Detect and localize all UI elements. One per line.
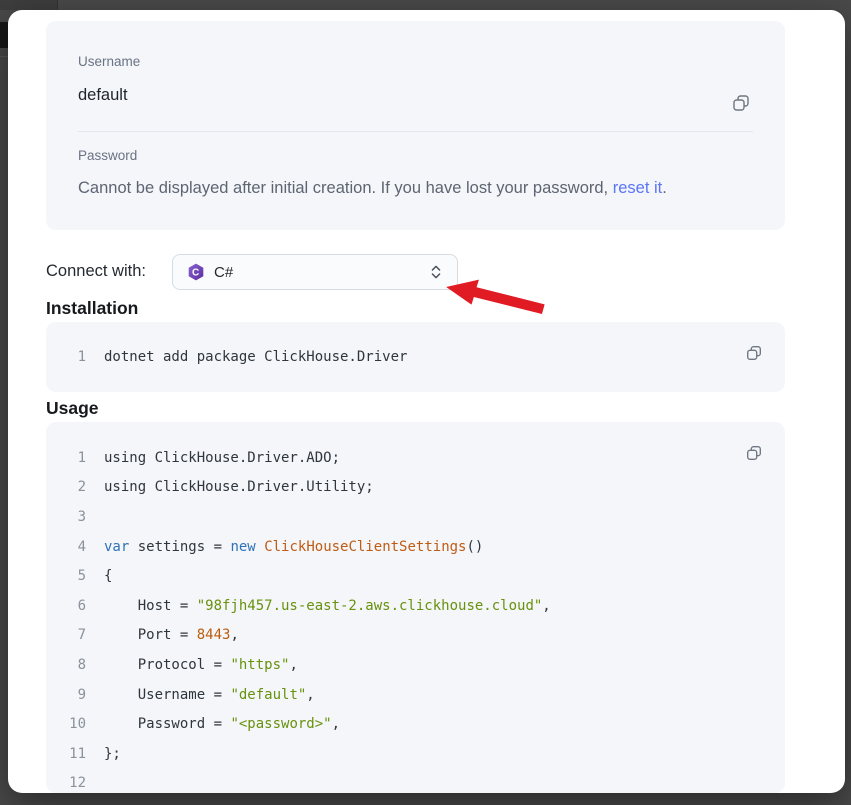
backdrop-top-divider xyxy=(57,0,58,10)
line-number: 11 xyxy=(46,746,86,762)
code-line: 12 xyxy=(46,769,785,793)
code-text: using ClickHouse.Driver.ADO; xyxy=(104,450,340,466)
line-number: 10 xyxy=(46,716,86,732)
language-select-dropdown[interactable]: C C# xyxy=(172,254,458,290)
username-value: default xyxy=(78,86,128,105)
line-number: 12 xyxy=(46,775,86,791)
usage-code-block: 1 using ClickHouse.Driver.ADO; 2 using Clic… xyxy=(46,422,785,793)
code-text: var settings = new ClickHouseClientSetti… xyxy=(104,539,483,555)
copy-icon xyxy=(745,350,763,365)
code-line: 7 Port = 8443, xyxy=(46,621,785,651)
backdrop-left-line xyxy=(0,56,8,57)
code-text: { xyxy=(104,568,112,584)
connect-with-label: Connect with: xyxy=(46,262,146,281)
line-number: 1 xyxy=(46,349,86,365)
usage-heading: Usage xyxy=(46,398,99,419)
copy-icon xyxy=(731,101,751,116)
code-line: 6 Host = "98fjh457.us-east-2.aws.clickho… xyxy=(46,591,785,621)
code-line: 9 Username = "default", xyxy=(46,680,785,710)
panel-divider xyxy=(78,131,753,132)
backdrop-top-segment xyxy=(0,0,57,10)
code-text: Port = 8443, xyxy=(104,627,239,643)
reset-password-link[interactable]: reset it xyxy=(613,179,663,197)
code-text: using ClickHouse.Driver.Utility; xyxy=(104,479,374,495)
usage-code-lines: 1 using ClickHouse.Driver.ADO; 2 using Clic… xyxy=(46,443,785,793)
installation-code-block: 1 dotnet add package ClickHouse.Driver xyxy=(46,322,785,392)
svg-text:C: C xyxy=(192,268,199,279)
password-label: Password xyxy=(78,148,137,163)
selected-language-label: C# xyxy=(214,264,429,281)
code-line: 11}; xyxy=(46,739,785,769)
username-label: Username xyxy=(78,54,140,69)
code-text: Password = "<password>", xyxy=(104,716,340,732)
line-number: 1 xyxy=(46,450,86,466)
code-text: Host = "98fjh457.us-east-2.aws.clickhous… xyxy=(104,598,551,614)
line-number: 7 xyxy=(46,627,86,643)
code-text: Username = "default", xyxy=(104,687,315,703)
copy-installation-button[interactable] xyxy=(745,344,763,362)
line-number: 5 xyxy=(46,568,86,584)
password-note-period: . xyxy=(662,179,667,197)
chevron-up-down-icon xyxy=(429,263,443,281)
copy-icon xyxy=(745,450,763,465)
code-text: dotnet add package ClickHouse.Driver xyxy=(104,349,407,365)
line-number: 4 xyxy=(46,539,86,555)
code-text: Protocol = "https", xyxy=(104,657,298,673)
line-number: 6 xyxy=(46,598,86,614)
copy-username-button[interactable] xyxy=(731,93,751,113)
code-line: 1 using ClickHouse.Driver.ADO; xyxy=(46,443,785,473)
code-line: 8 Protocol = "https", xyxy=(46,650,785,680)
line-number: 3 xyxy=(46,509,86,525)
installation-heading: Installation xyxy=(46,298,138,319)
credentials-panel: Username default Password Cannot be disp… xyxy=(46,21,785,230)
code-line: 10 Password = "<password>", xyxy=(46,709,785,739)
line-number: 8 xyxy=(46,657,86,673)
code-line: 3 xyxy=(46,502,785,532)
code-line: 1 dotnet add package ClickHouse.Driver xyxy=(46,342,785,372)
code-line: 5{ xyxy=(46,561,785,591)
installation-code-lines: 1 dotnet add package ClickHouse.Driver xyxy=(46,342,785,372)
csharp-logo-icon: C xyxy=(187,263,205,281)
code-line: 2 using ClickHouse.Driver.Utility; xyxy=(46,473,785,503)
backdrop-left-block xyxy=(0,22,8,48)
password-note-text: Cannot be displayed after initial creati… xyxy=(78,179,613,197)
password-note: Cannot be displayed after initial creati… xyxy=(78,179,667,198)
line-number: 2 xyxy=(46,479,86,495)
code-text: }; xyxy=(104,746,121,762)
copy-usage-button[interactable] xyxy=(745,444,763,462)
line-number: 9 xyxy=(46,687,86,703)
code-line: 4 var settings = new ClickHouseClientSett… xyxy=(46,532,785,562)
connection-dialog: Username default Password Cannot be disp… xyxy=(8,10,845,793)
red-arrow-annotation-icon xyxy=(443,273,547,320)
